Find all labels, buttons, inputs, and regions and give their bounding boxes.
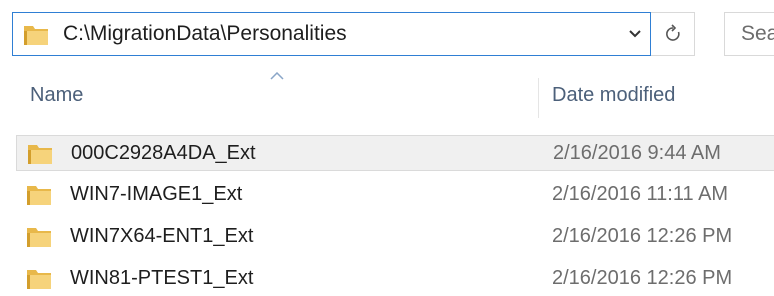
file-row[interactable]: WIN81-PTEST1_Ext 2/16/2016 12:26 PM <box>16 260 774 296</box>
refresh-button[interactable] <box>651 12 695 56</box>
file-name[interactable]: WIN7-IMAGE1_Ext <box>70 183 242 206</box>
folder-icon <box>28 145 52 164</box>
sort-ascending-icon <box>270 72 284 80</box>
column-header-name[interactable]: Name <box>30 84 83 107</box>
folder-icon <box>24 26 48 45</box>
file-row[interactable]: 000C2928A4DA_Ext 2/16/2016 9:44 AM <box>16 135 774 171</box>
file-row[interactable]: WIN7-IMAGE1_Ext 2/16/2016 11:11 AM <box>16 176 774 212</box>
folder-icon <box>27 228 51 247</box>
file-date-modified: 2/16/2016 9:44 AM <box>553 141 721 164</box>
address-bar[interactable]: C:\MigrationData\Personalities <box>12 12 651 56</box>
column-divider[interactable] <box>538 78 539 118</box>
file-name[interactable]: 000C2928A4DA_Ext <box>71 142 256 165</box>
file-date-modified: 2/16/2016 11:11 AM <box>552 182 729 205</box>
search-input[interactable]: Sea <box>724 12 774 56</box>
folder-icon <box>27 270 51 289</box>
file-row[interactable]: WIN7X64-ENT1_Ext 2/16/2016 12:26 PM <box>16 218 774 254</box>
file-date-modified: 2/16/2016 12:26 PM <box>552 224 733 247</box>
chevron-down-icon[interactable] <box>620 13 650 55</box>
folder-icon <box>27 186 51 205</box>
file-name[interactable]: WIN81-PTEST1_Ext <box>70 267 253 290</box>
address-path[interactable]: C:\MigrationData\Personalities <box>63 22 347 46</box>
file-name[interactable]: WIN7X64-ENT1_Ext <box>70 225 253 248</box>
file-date-modified: 2/16/2016 12:26 PM <box>552 266 733 289</box>
refresh-icon <box>665 24 680 41</box>
column-header-date-modified[interactable]: Date modified <box>552 84 675 107</box>
